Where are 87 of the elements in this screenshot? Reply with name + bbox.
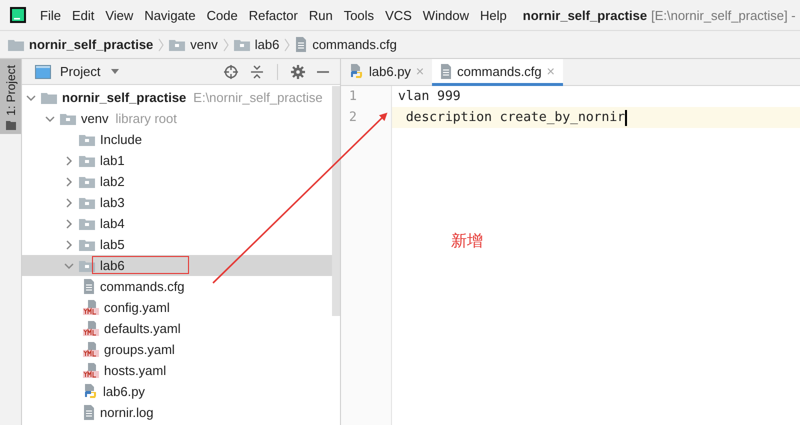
folder-icon [79, 238, 95, 250]
settings-icon[interactable] [291, 64, 305, 78]
text-file-icon [83, 279, 95, 294]
tree-item[interactable]: commands.cfg [100, 279, 185, 294]
menu-item[interactable]: Navigate [144, 8, 196, 22]
menu-item[interactable]: Code [206, 8, 238, 22]
menu-item[interactable]: Edit [72, 8, 94, 22]
tree-item[interactable]: lab5 [100, 237, 125, 252]
tree-item[interactable]: lab6 [100, 258, 125, 273]
menu-item[interactable]: Refactor [248, 8, 298, 22]
text-file-icon [440, 64, 452, 78]
chevron-right-icon [222, 38, 229, 52]
app-logo-icon[interactable] [10, 7, 26, 23]
chevron-right-icon[interactable] [64, 218, 74, 228]
tree-item[interactable]: nornir.log [100, 405, 154, 420]
project-tool-tab[interactable]: 1: Project [0, 59, 21, 134]
tab-label: lab6.py [369, 64, 411, 78]
breadcrumb-item[interactable]: venv [190, 37, 218, 52]
text-file-icon [295, 37, 308, 52]
editor-tab[interactable]: commands.cfg × [432, 59, 563, 86]
folder-icon [79, 196, 95, 208]
yaml-file-icon [83, 300, 99, 315]
panel-title[interactable]: Project [60, 64, 100, 79]
text-file-icon [83, 405, 95, 420]
chevron-down-icon[interactable] [26, 92, 36, 102]
menu-item[interactable]: Window [422, 8, 470, 22]
breadcrumb-item[interactable]: nornir_self_practise [29, 37, 154, 52]
tree-item[interactable]: groups.yaml [104, 342, 175, 357]
scrollbar[interactable] [332, 86, 340, 316]
yaml-file-icon [83, 342, 99, 357]
text-caret [624, 110, 627, 126]
folder-icon [41, 92, 57, 104]
tree-item[interactable]: Include [100, 132, 142, 147]
folder-icon [79, 154, 95, 166]
dropdown-caret-icon[interactable] [111, 69, 120, 74]
tree-item[interactable]: lab1 [100, 153, 125, 168]
line-number: 2 [341, 107, 392, 128]
yaml-file-icon [83, 363, 99, 378]
tab-label: commands.cfg [457, 64, 542, 78]
chevron-right-icon[interactable] [64, 156, 74, 166]
folder-icon [79, 218, 95, 230]
menu-item[interactable]: Run [308, 8, 333, 22]
menu-item[interactable]: View [105, 8, 134, 22]
tree-item[interactable]: venv [81, 111, 108, 126]
code-line: vlan 999 [398, 89, 461, 104]
folder-icon [79, 260, 95, 272]
yaml-file-icon [83, 321, 99, 336]
window-title: nornir_self_practise [522, 8, 648, 22]
python-file-icon [349, 64, 364, 78]
tree-item[interactable]: lab3 [100, 195, 125, 210]
tree-item[interactable]: hosts.yaml [104, 363, 166, 378]
window-icon [35, 64, 51, 78]
window-path: [E:\nornir_self_practise] - [651, 8, 796, 22]
folder-icon [79, 134, 95, 146]
python-file-icon [83, 384, 98, 399]
tree-item-hint: library root [115, 111, 177, 126]
tree-item[interactable]: defaults.yaml [104, 321, 181, 336]
folder-icon [234, 38, 250, 50]
menu-item[interactable]: File [40, 8, 61, 22]
chevron-right-icon[interactable] [64, 198, 74, 208]
chevron-down-icon[interactable] [64, 260, 74, 270]
chevron-down-icon[interactable] [45, 114, 55, 124]
editor-tab[interactable]: lab6.py × [341, 59, 432, 86]
tree-item[interactable]: lab4 [100, 216, 125, 231]
breadcrumb-item[interactable]: commands.cfg [312, 37, 397, 52]
tree-item[interactable]: config.yaml [104, 300, 170, 315]
tree-item[interactable]: nornir_self_practise [62, 90, 186, 105]
annotation-text: 新增 [451, 231, 483, 252]
breadcrumb-item[interactable]: lab6 [254, 37, 280, 52]
chevron-right-icon[interactable] [64, 240, 74, 250]
menu-item[interactable]: Help [480, 8, 507, 22]
chevron-right-icon [284, 38, 290, 52]
collapse-all-icon[interactable] [250, 64, 264, 78]
folder-icon [169, 38, 186, 50]
crosshair-icon[interactable] [224, 64, 238, 78]
folder-icon [79, 176, 95, 188]
tree-item[interactable]: lab2 [100, 174, 125, 189]
code-line: description create_by_nornir [404, 110, 625, 125]
folder-icon [60, 112, 76, 124]
menu-item[interactable]: Tools [344, 8, 374, 22]
tree-item[interactable]: lab6.py [103, 384, 145, 399]
menu-item[interactable]: VCS [385, 8, 412, 22]
chevron-right-icon[interactable] [64, 176, 74, 186]
folder-icon [8, 38, 24, 50]
folder-icon [6, 120, 16, 130]
chevron-right-icon [158, 38, 164, 52]
tree-item-hint: E:\nornir_self_practise [193, 90, 323, 105]
